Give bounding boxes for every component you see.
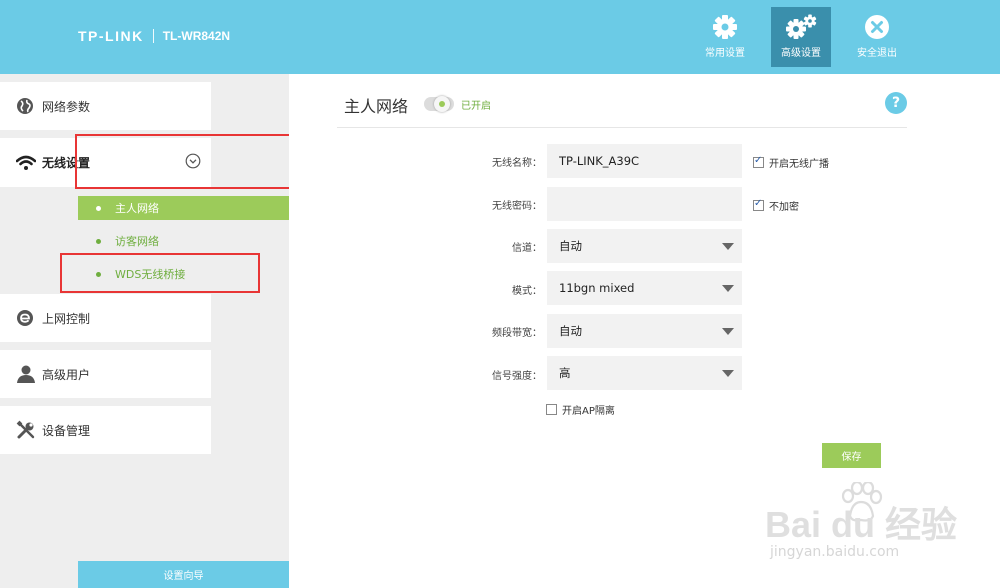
sidebar-item-label: 高级用户	[42, 367, 91, 382]
checkbox-label: 开启无线广播	[769, 159, 829, 170]
close-circle-icon	[864, 13, 890, 41]
submenu-item-guest-network[interactable]: 访客网络	[78, 229, 289, 253]
nav-advanced-settings[interactable]: 高级设置	[771, 7, 831, 67]
sidebar-item-device-management[interactable]: 设备管理	[0, 406, 211, 454]
select-value: 自动	[559, 239, 582, 253]
highlight-box-wireless	[75, 134, 297, 189]
toggle-knob	[434, 96, 450, 112]
brand-divider	[152, 29, 154, 43]
submenu-label: 访客网络	[115, 235, 159, 248]
save-button[interactable]: 保存	[822, 443, 881, 468]
sidebar-item-label: 网络参数	[42, 99, 91, 114]
ap-isolation-checkbox[interactable]: 开启AP隔离	[546, 402, 615, 417]
bandwidth-select[interactable]: 自动	[547, 314, 742, 348]
sidebar-item-label: 设备管理	[42, 423, 91, 438]
nav-label: 常用设置	[705, 48, 745, 59]
select-value: 自动	[559, 324, 582, 338]
caret-down-icon	[722, 370, 734, 377]
wifi-icon	[16, 155, 36, 171]
submenu-label: 主人网络	[115, 202, 159, 215]
ie-icon	[16, 309, 34, 327]
channel-select[interactable]: 自动	[547, 229, 742, 263]
globe-icon	[16, 97, 34, 115]
highlight-box-wds	[60, 253, 260, 293]
watermark-url: jingyan.baidu.com	[770, 544, 900, 560]
sidebar-item-network-params[interactable]: 网络参数	[0, 82, 211, 130]
top-header: TP-LINK TL-WR842N 常用设置 高级设置 安全退出	[0, 0, 1000, 74]
model-name: TL-WR842N	[162, 29, 231, 43]
checkbox-label: 不加密	[769, 202, 799, 213]
caret-down-icon	[722, 328, 734, 335]
bullet-icon	[96, 238, 101, 244]
no-encryption-checkbox[interactable]: 不加密	[753, 198, 799, 213]
nav-label: 安全退出	[857, 48, 897, 59]
sidebar-item-advanced-users[interactable]: 高级用户	[0, 350, 211, 398]
select-value: 高	[559, 366, 571, 380]
bandwidth-label: 频段带宽：	[492, 328, 542, 339]
toggle-status: 已开启	[461, 101, 491, 112]
host-network-toggle[interactable]	[424, 96, 454, 112]
gear-icon	[712, 13, 738, 41]
nav-label: 高级设置	[781, 48, 821, 59]
page-title: 主人网络	[344, 97, 409, 116]
baidu-watermark: Bai du 经验 jingyan.baidu.com	[760, 480, 1000, 588]
submenu-item-host-network[interactable]: 主人网络	[78, 196, 289, 220]
password-input[interactable]	[547, 187, 742, 221]
brand: TP-LINK TL-WR842N	[78, 26, 230, 46]
checkbox-label: 开启AP隔离	[562, 406, 615, 417]
gears-icon	[784, 13, 818, 41]
ssid-input[interactable]	[547, 144, 742, 178]
signal-strength-select[interactable]: 高	[547, 356, 742, 390]
mode-label: 模式：	[512, 286, 542, 297]
title-divider	[337, 127, 907, 128]
checkbox-box	[753, 155, 764, 168]
brand-logo: TP-LINK	[78, 28, 144, 44]
select-value: 11bgn mixed	[559, 281, 635, 295]
broadcast-checkbox[interactable]: 开启无线广播	[753, 155, 829, 170]
nav-logout[interactable]: 安全退出	[847, 7, 907, 67]
ssid-label: 无线名称：	[492, 158, 542, 169]
channel-label: 信道：	[512, 243, 542, 254]
caret-down-icon	[722, 285, 734, 292]
password-label: 无线密码：	[492, 201, 542, 212]
help-icon[interactable]: ?	[885, 92, 907, 114]
checkbox-box	[753, 198, 764, 211]
caret-down-icon	[722, 243, 734, 250]
tools-icon	[16, 420, 36, 440]
sidebar-item-internet-control[interactable]: 上网控制	[0, 294, 211, 342]
signal-strength-label: 信号强度：	[492, 371, 542, 382]
bullet-icon	[96, 205, 101, 211]
checkbox-box	[546, 404, 557, 415]
nav-common-settings[interactable]: 常用设置	[695, 7, 755, 67]
sidebar-item-label: 上网控制	[42, 311, 91, 326]
watermark-text: Bai du 经验	[765, 504, 958, 545]
user-icon	[16, 364, 36, 384]
setup-wizard-button[interactable]: 设置向导	[78, 561, 289, 588]
mode-select[interactable]: 11bgn mixed	[547, 271, 742, 305]
